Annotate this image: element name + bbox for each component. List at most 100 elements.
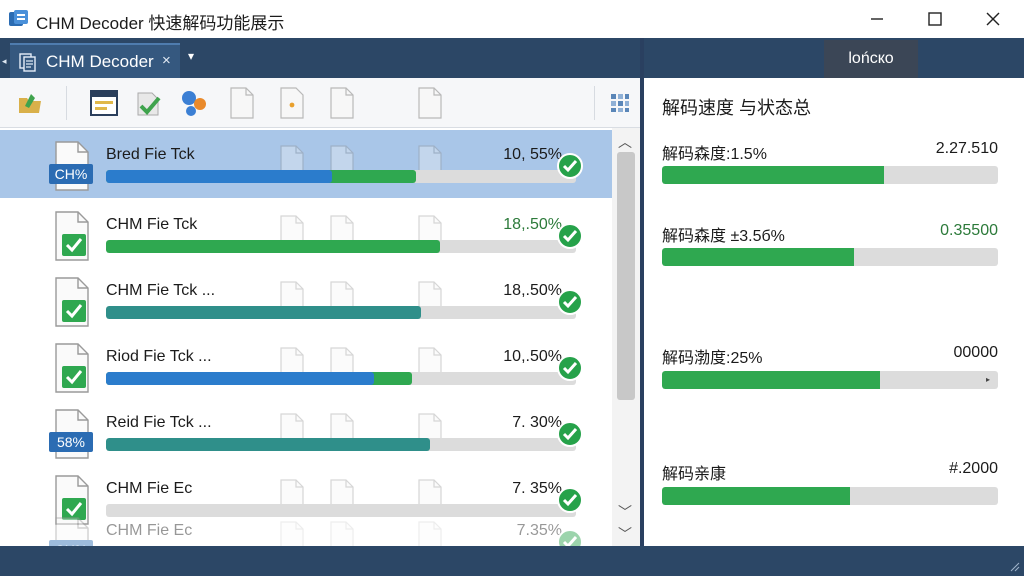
file-percent: 10, 55% [503,146,562,163]
file-name: CHM Fie Tck ... [106,282,216,299]
file-name: Riod Fie Tck ... [106,348,212,365]
file-row[interactable]: CHM Fie Tck ... 18,.50% [0,266,612,334]
progress-fill-blue [106,372,374,385]
document-button[interactable] [86,84,122,122]
faded-document-icon [418,521,442,546]
stat-value: 2.27.510 [935,140,998,157]
file-percent: 18,.50% [503,216,562,233]
panel-title: 解码速度 与状态总 [662,98,812,118]
minimize-icon [871,18,883,20]
file-name: CHM Fie Tck [106,216,198,233]
window-title: CHM Decoder 快速解码功能展示 [36,14,285,33]
decode-button[interactable] [176,84,212,122]
maximize-icon [928,12,942,26]
file-row[interactable]: CH% CHM Fie Ec 7.35% [0,506,612,546]
stat-label: 解码森度:1.5% [662,146,767,163]
favorite-button[interactable] [274,84,310,122]
tab-scroll-left-button[interactable]: ◂ [2,56,7,67]
file-name: Bred Fie Tck [106,146,195,163]
check-document-icon [55,211,89,261]
maximize-button[interactable] [910,0,960,38]
file-percent: 7. 30% [512,414,562,431]
toolbar-separator [66,86,67,120]
stat-value: #.2000 [949,460,998,477]
tab-close-button[interactable]: × [162,52,171,69]
document-stack-icon [19,53,36,72]
new-document-button[interactable] [224,84,260,122]
blank-document-icon [418,87,442,119]
tab-chm-decoder[interactable]: CHM Decoder × [10,43,180,78]
check-circle-icon [557,153,583,179]
resize-grip-icon[interactable] [1008,560,1020,572]
file-name: CHM Fie Ec [106,480,193,497]
minimize-button[interactable] [852,0,902,38]
close-button[interactable] [968,0,1018,38]
progress-fill [106,306,421,319]
close-icon [986,12,1000,26]
info-tab[interactable]: lоńcкo [824,40,918,78]
file-row[interactable]: CH% Bred Fie Tck 10, 55% [0,130,612,198]
check-document-icon [55,343,89,393]
stat-label: 解码亲康 [662,466,727,483]
chm-badge-document-icon: CH% [49,141,93,191]
tab-dropdown-button[interactable]: ▾ [188,49,194,63]
check-document-icon [55,277,89,327]
scroll-thumb[interactable] [617,152,635,400]
open-folder-icon [19,94,41,113]
file-percent: 10,.50% [503,348,562,365]
stat-value: 0.35500 [940,222,998,239]
stat-label: 解码渤度:25% [662,350,763,367]
toolbar [0,78,640,128]
open-folder-button[interactable] [12,84,48,122]
info-tab-label: lоńcкo [848,50,894,67]
chm-badge-document-icon: CH% [49,517,93,546]
svg-text:58%: 58% [57,434,85,450]
file-progress-bar [106,306,576,319]
progress-fill [106,240,440,253]
stat-progress-bar [662,248,998,266]
file-progress-bar [106,372,576,385]
decode-gears-icon [182,91,206,116]
file-list: CH% Bred Fie Tck 10, 55% CHM Fie Tck 18,.50%… [0,128,612,546]
scroll-down-button[interactable]: ﹀ [618,502,632,522]
file-row[interactable]: 58% Reid Fie Tck ... 7. 30% [0,398,612,466]
star-document-icon [280,87,304,119]
expand-caret-icon[interactable]: ▸ [986,375,990,384]
stat-progress-bar [662,166,998,184]
file-name: Reid Fie Tck ... [106,414,212,431]
check-circle-icon [557,421,583,447]
file-percent: 7. 35% [512,480,562,497]
faded-document-icon [280,521,304,546]
check-circle-icon [557,223,583,249]
scroll-page-down-button[interactable]: ﹀ [618,524,632,544]
blank-button-2[interactable] [412,84,448,122]
stat-value: 00000 [953,344,999,361]
file-row[interactable]: Riod Fie Tck ... 10,.50% [0,332,612,400]
check-circle-icon [557,355,583,381]
file-progress-bar [106,438,576,451]
progress-fill-blue [106,170,332,183]
grid-view-button[interactable] [602,84,638,122]
grid-view-icon [611,94,629,112]
stat-progress-fill [662,248,854,266]
file-progress-bar [106,170,576,183]
blank-document-icon [330,87,354,119]
stat-progress-bar [662,487,998,505]
check-document-icon [137,92,161,116]
blank-button-1[interactable] [324,84,360,122]
svg-text:CH%: CH% [55,166,88,182]
stat-progress-bar [662,371,998,389]
document-icon [90,90,118,116]
scroll-up-button[interactable]: ︿ [618,132,632,152]
stat-progress-fill [662,371,881,389]
stat-progress-fill [662,487,851,505]
file-percent: 18,.50% [503,282,562,299]
app-logo-icon [9,10,28,26]
verify-button[interactable] [130,84,166,122]
file-name: CHM Fie Ec [106,522,193,539]
progress-fill [106,438,431,451]
stat-label: 解码森度 ±3.5б% [662,228,785,245]
check-circle-icon [557,289,583,315]
file-row[interactable]: CHM Fie Tck 18,.50% [0,200,612,268]
blank-document-icon [230,87,254,119]
